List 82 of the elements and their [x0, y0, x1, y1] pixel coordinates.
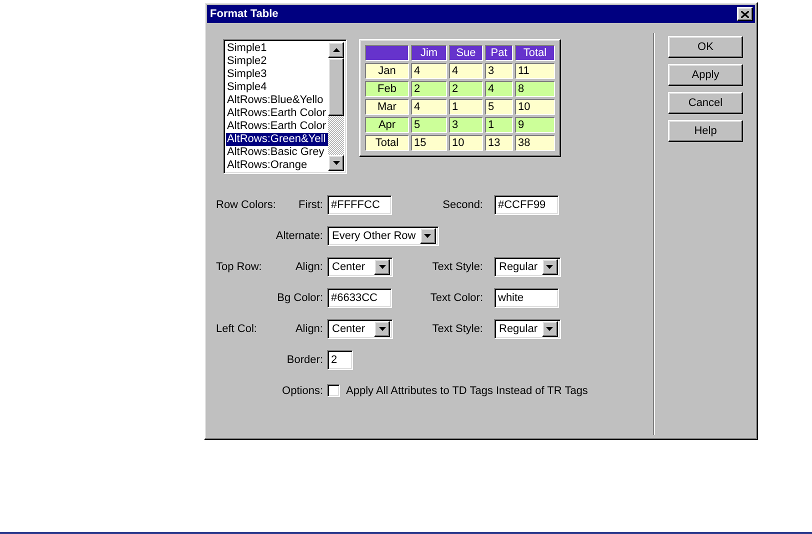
table-cell: Feb: [365, 81, 409, 97]
table-cell: 10: [449, 135, 483, 151]
header-cell: Total: [515, 45, 555, 61]
table-cell: 4: [411, 99, 447, 115]
table-cell: 13: [485, 135, 513, 151]
scroll-thumb[interactable]: [328, 58, 344, 116]
list-item[interactable]: Simple1: [226, 42, 328, 55]
header-cell: Pat: [485, 45, 513, 61]
checkbox-label: Apply All Attributes to TD Tags Instead of TR Tags: [346, 384, 588, 396]
table-cell: 2: [411, 81, 447, 97]
dropdown[interactable]: Regular: [494, 256, 561, 276]
dropdown[interactable]: Every Other Row: [327, 226, 439, 246]
table-cell: 4: [411, 63, 447, 79]
close-button[interactable]: [737, 7, 753, 21]
field-label: Text Style:: [432, 322, 484, 334]
list-item[interactable]: AltRows:Earth Color: [226, 120, 328, 133]
dialog-button[interactable]: Cancel: [668, 92, 743, 114]
section-label: Row Colors:: [215, 198, 276, 210]
table-cell: 4: [485, 81, 513, 97]
table-cell: 1: [485, 117, 513, 133]
close-icon: [741, 10, 749, 18]
list-item[interactable]: AltRows:Orange: [226, 159, 328, 171]
field-label: Align:: [295, 322, 324, 334]
list-item[interactable]: AltRows:Blue&Yello: [226, 94, 328, 107]
field-label: First:: [298, 198, 324, 210]
header-cell: Sue: [449, 45, 483, 61]
table-cell: 4: [449, 63, 483, 79]
table-cell: 3: [449, 117, 483, 133]
dropdown[interactable]: Regular: [494, 318, 561, 338]
caret-icon[interactable]: [374, 320, 390, 336]
text-field[interactable]: 2: [327, 350, 353, 370]
caret-icon[interactable]: [542, 320, 558, 336]
field-label: Text Style:: [432, 260, 484, 272]
field-label: Options:: [282, 384, 324, 396]
text-field[interactable]: #6633CC: [327, 288, 392, 308]
table-cell: 2: [449, 81, 483, 97]
field-label: Alternate:: [276, 230, 324, 242]
section-label: Left Col:: [215, 322, 257, 334]
scroll-up-icon[interactable]: [328, 42, 344, 58]
section-label: Top Row:: [215, 260, 262, 272]
table-cell: 10: [515, 99, 555, 115]
scrollbar[interactable]: [328, 42, 344, 171]
table-cell: 3: [485, 63, 513, 79]
list-item[interactable]: AltRows:Basic Grey: [226, 146, 328, 159]
text-field[interactable]: #FFFFCC: [327, 194, 392, 214]
field-label: Align:: [295, 260, 324, 272]
list-item[interactable]: Simple4: [226, 81, 328, 94]
table-cell: 15: [411, 135, 447, 151]
field-label: Border:: [286, 354, 324, 366]
table-cell: Jan: [365, 63, 409, 79]
dialog-button[interactable]: Apply: [668, 64, 743, 86]
table-cell: Mar: [365, 99, 409, 115]
table-cell: 5: [485, 99, 513, 115]
caret-icon[interactable]: [420, 228, 436, 244]
checkbox[interactable]: [327, 384, 340, 397]
scroll-down-icon[interactable]: [328, 155, 344, 171]
table-cell: 1: [449, 99, 483, 115]
list-item[interactable]: Simple3: [226, 68, 328, 81]
dialog-button[interactable]: OK: [668, 36, 743, 58]
table-cell: Total: [365, 135, 409, 151]
table-cell: 8: [515, 81, 555, 97]
list-item[interactable]: AltRows:Earth Color: [226, 107, 328, 120]
text-field[interactable]: white: [494, 288, 559, 308]
field-label: Bg Color:: [277, 292, 324, 304]
table-cell: Apr: [365, 117, 409, 133]
list-item[interactable]: AltRows:Green&Yell: [226, 133, 328, 146]
text-field[interactable]: #CCFF99: [494, 194, 559, 214]
header-cell: Jim: [411, 45, 447, 61]
caret-icon[interactable]: [374, 258, 390, 274]
table-cell: 38: [515, 135, 555, 151]
list-item[interactable]: Simple2: [226, 55, 328, 68]
dropdown[interactable]: Center: [327, 256, 393, 276]
window-title: Format Table: [210, 8, 278, 20]
dropdown[interactable]: Center: [327, 318, 393, 338]
field-label: Text Color:: [430, 292, 484, 304]
table-cell: 5: [411, 117, 447, 133]
style-list[interactable]: Simple1 Simple2 Simple3 Simple4 AltRows:Blue&Yello AltRows:Earth Color AltRows:Earth Color AltRows:Green&Yell AltRows:Basic Grey AltRows:Orange: [223, 39, 347, 174]
field-label: Second:: [442, 198, 484, 210]
table-cell: 11: [515, 63, 555, 79]
dialog-button[interactable]: Help: [668, 120, 743, 142]
table-cell: 9: [515, 117, 555, 133]
caret-icon[interactable]: [542, 258, 558, 274]
